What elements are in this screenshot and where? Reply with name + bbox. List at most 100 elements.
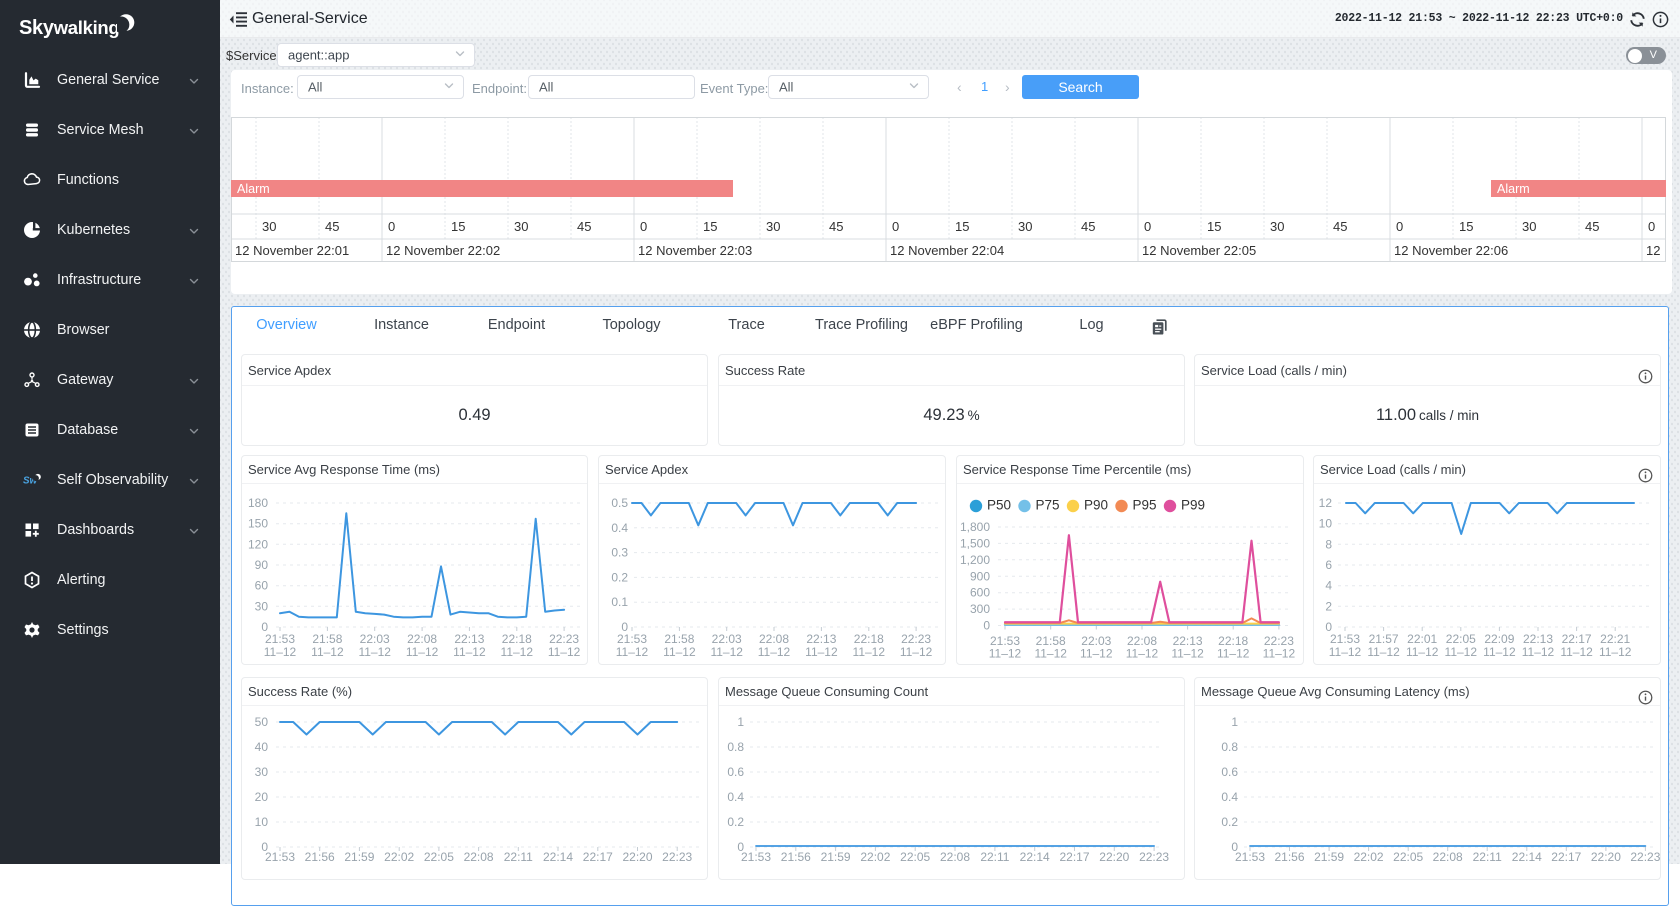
svg-text:22:14: 22:14 bbox=[543, 850, 573, 864]
svg-text:21:56: 21:56 bbox=[305, 850, 335, 864]
svg-text:30: 30 bbox=[262, 219, 276, 234]
svg-text:0: 0 bbox=[1396, 219, 1403, 234]
svg-text:0.3: 0.3 bbox=[611, 546, 628, 560]
svg-text:21:59: 21:59 bbox=[821, 850, 851, 864]
svg-text:11–12: 11–12 bbox=[1126, 647, 1159, 661]
svg-text:22:02: 22:02 bbox=[860, 850, 890, 864]
svg-text:0.6: 0.6 bbox=[727, 765, 744, 779]
svg-text:22:05: 22:05 bbox=[900, 850, 930, 864]
svg-text:22:14: 22:14 bbox=[1512, 850, 1542, 864]
svg-text:22:13: 22:13 bbox=[1523, 632, 1553, 646]
svg-text:2: 2 bbox=[1325, 599, 1332, 613]
svg-text:11–12: 11–12 bbox=[663, 645, 696, 659]
svg-text:1: 1 bbox=[737, 715, 744, 729]
svg-text:50: 50 bbox=[255, 715, 269, 729]
svg-text:22:03: 22:03 bbox=[360, 632, 390, 646]
svg-text:1,800: 1,800 bbox=[960, 520, 990, 534]
svg-text:22:05: 22:05 bbox=[424, 850, 454, 864]
svg-text:11–12: 11–12 bbox=[406, 645, 439, 659]
svg-text:22:17: 22:17 bbox=[1059, 850, 1089, 864]
svg-text:0.1: 0.1 bbox=[611, 595, 628, 609]
svg-text:22:17: 22:17 bbox=[1551, 850, 1581, 864]
svg-text:21:53: 21:53 bbox=[1235, 850, 1265, 864]
svg-text:22:05: 22:05 bbox=[1446, 632, 1476, 646]
svg-text:45: 45 bbox=[1585, 219, 1599, 234]
svg-text:22:01: 22:01 bbox=[1407, 632, 1437, 646]
svg-text:22:02: 22:02 bbox=[1354, 850, 1384, 864]
svg-text:10: 10 bbox=[255, 815, 269, 829]
svg-text:11–12: 11–12 bbox=[805, 645, 838, 659]
svg-text:22:23: 22:23 bbox=[1139, 850, 1169, 864]
svg-text:15: 15 bbox=[1459, 219, 1473, 234]
svg-text:11–12: 11–12 bbox=[453, 645, 486, 659]
svg-text:180: 180 bbox=[248, 496, 268, 510]
svg-text:22:09: 22:09 bbox=[1484, 632, 1514, 646]
svg-text:Alarm: Alarm bbox=[237, 182, 270, 196]
svg-text:12 November 22:02: 12 November 22:02 bbox=[386, 243, 500, 258]
svg-text:300: 300 bbox=[970, 602, 990, 616]
svg-text:11–12: 11–12 bbox=[501, 645, 534, 659]
svg-text:22:13: 22:13 bbox=[806, 632, 836, 646]
svg-text:12 November 22:01: 12 November 22:01 bbox=[235, 243, 349, 258]
svg-text:11–12: 11–12 bbox=[710, 645, 743, 659]
svg-text:21:59: 21:59 bbox=[1314, 850, 1344, 864]
svg-text:12 November 22:06: 12 November 22:06 bbox=[1394, 243, 1508, 258]
svg-text:30: 30 bbox=[514, 219, 528, 234]
svg-text:11–12: 11–12 bbox=[1522, 645, 1555, 659]
svg-text:11–12: 11–12 bbox=[616, 645, 649, 659]
svg-text:22:21: 22:21 bbox=[1600, 632, 1630, 646]
svg-text:45: 45 bbox=[577, 219, 591, 234]
svg-text:30: 30 bbox=[1018, 219, 1032, 234]
svg-text:Alarm: Alarm bbox=[1497, 182, 1530, 196]
svg-text:21:53: 21:53 bbox=[741, 850, 771, 864]
svg-text:21:56: 21:56 bbox=[781, 850, 811, 864]
svg-text:15: 15 bbox=[1207, 219, 1221, 234]
svg-text:22:23: 22:23 bbox=[1630, 850, 1660, 864]
svg-text:P99: P99 bbox=[1181, 498, 1205, 513]
svg-text:22:14: 22:14 bbox=[1020, 850, 1050, 864]
svg-text:11–12: 11–12 bbox=[853, 645, 886, 659]
svg-text:22:08: 22:08 bbox=[464, 850, 494, 864]
svg-text:30: 30 bbox=[255, 599, 269, 613]
svg-text:P95: P95 bbox=[1133, 498, 1157, 513]
svg-text:120: 120 bbox=[248, 537, 268, 551]
svg-text:22:03: 22:03 bbox=[712, 632, 742, 646]
svg-text:22:08: 22:08 bbox=[940, 850, 970, 864]
svg-text:0: 0 bbox=[892, 219, 899, 234]
svg-text:45: 45 bbox=[1081, 219, 1095, 234]
svg-text:21:53: 21:53 bbox=[617, 632, 647, 646]
svg-text:45: 45 bbox=[325, 219, 339, 234]
svg-text:0.4: 0.4 bbox=[727, 790, 744, 804]
svg-text:15: 15 bbox=[451, 219, 465, 234]
svg-text:60: 60 bbox=[255, 579, 269, 593]
svg-text:30: 30 bbox=[766, 219, 780, 234]
svg-text:11–12: 11–12 bbox=[1034, 647, 1067, 661]
svg-text:11–12: 11–12 bbox=[758, 645, 791, 659]
svg-text:40: 40 bbox=[255, 740, 269, 754]
svg-text:21:53: 21:53 bbox=[265, 850, 295, 864]
svg-text:0.5: 0.5 bbox=[611, 496, 628, 510]
svg-text:0.8: 0.8 bbox=[727, 740, 744, 754]
svg-text:0.2: 0.2 bbox=[611, 570, 628, 584]
svg-text:22:23: 22:23 bbox=[662, 850, 692, 864]
svg-text:22:02: 22:02 bbox=[384, 850, 414, 864]
svg-text:15: 15 bbox=[955, 219, 969, 234]
svg-text:150: 150 bbox=[248, 517, 268, 531]
svg-text:21:58: 21:58 bbox=[312, 632, 342, 646]
svg-text:P75: P75 bbox=[1036, 498, 1060, 513]
svg-text:11–12: 11–12 bbox=[1406, 645, 1439, 659]
svg-text:30: 30 bbox=[1270, 219, 1284, 234]
svg-text:11–12: 11–12 bbox=[548, 645, 581, 659]
svg-text:11–12: 11–12 bbox=[1560, 645, 1593, 659]
svg-text:22:11: 22:11 bbox=[980, 850, 1009, 864]
svg-text:22:08: 22:08 bbox=[407, 632, 437, 646]
svg-text:22:11: 22:11 bbox=[504, 850, 533, 864]
svg-text:11–12: 11–12 bbox=[989, 647, 1022, 661]
svg-text:P90: P90 bbox=[1084, 498, 1108, 513]
svg-text:10: 10 bbox=[1319, 517, 1333, 531]
svg-text:0: 0 bbox=[1144, 219, 1151, 234]
svg-text:900: 900 bbox=[970, 569, 990, 583]
svg-text:22:18: 22:18 bbox=[502, 632, 532, 646]
svg-text:20: 20 bbox=[255, 790, 269, 804]
svg-text:11–12: 11–12 bbox=[1329, 645, 1362, 659]
